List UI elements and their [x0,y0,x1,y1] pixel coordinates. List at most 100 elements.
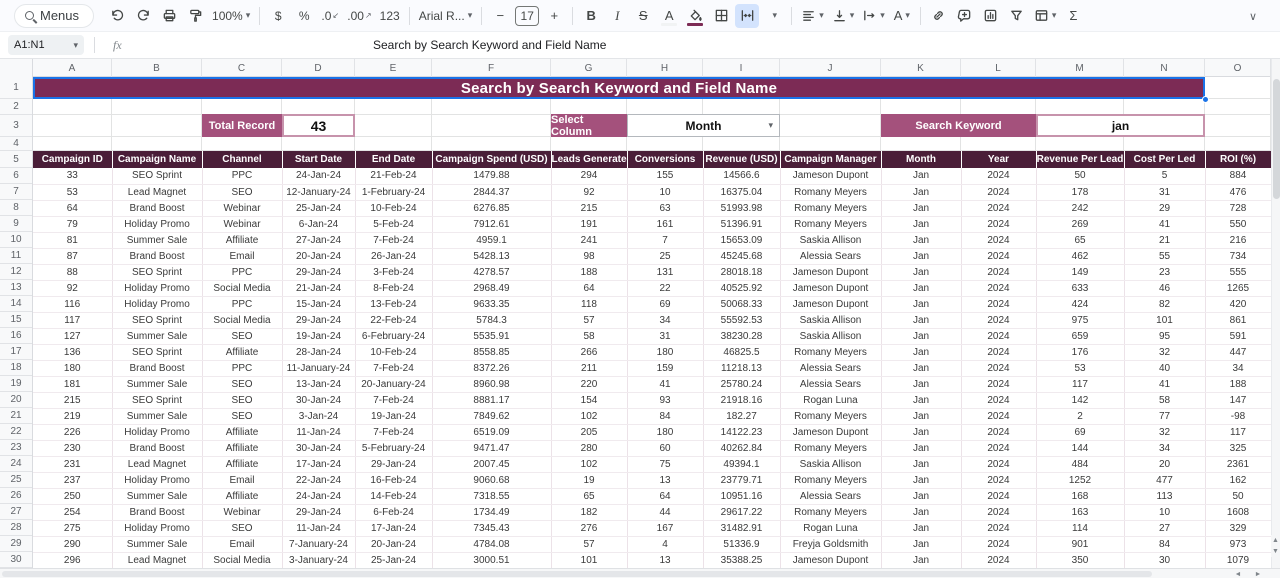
table-cell[interactable]: 30-Jan-24 [282,392,355,408]
table-cell[interactable]: 117 [1036,376,1124,392]
vertical-scrollbar-thumb[interactable] [1273,79,1280,199]
table-cell[interactable]: 102 [551,408,627,424]
row-header-3[interactable]: 3 [0,115,32,137]
table-cell[interactable]: Rogan Luna [780,392,881,408]
table-cell[interactable]: 2361 [1205,456,1271,472]
table-cell[interactable]: Holiday Promo [112,280,202,296]
functions-button[interactable]: Σ [1061,4,1085,28]
insert-chart-button[interactable] [979,4,1003,28]
row-header-13[interactable]: 13 [0,280,32,296]
table-cell[interactable]: 5784.3 [432,312,551,328]
table-cell[interactable]: SEO Sprint [112,264,202,280]
table-cell[interactable]: 11-Jan-24 [282,520,355,536]
table-cell[interactable]: 44 [627,504,703,520]
row-header-30[interactable]: 30 [0,552,32,568]
table-cell[interactable]: Romany Meyers [780,344,881,360]
column-header-d[interactable]: D [282,59,355,77]
table-cell[interactable]: Jan [881,360,961,376]
row-header-23[interactable]: 23 [0,440,32,456]
table-cell[interactable]: Webinar [202,200,282,216]
column-header-h[interactable]: H [627,59,703,77]
column-header-k[interactable]: K [881,59,961,77]
table-cell[interactable]: 29-Jan-24 [282,312,355,328]
table-cell[interactable]: Brand Boost [112,440,202,456]
table-cell[interactable]: 14-Feb-24 [355,488,432,504]
table-cell[interactable]: Summer Sale [112,376,202,392]
table-cell[interactable]: 16-Feb-24 [355,472,432,488]
table-cell[interactable]: Romany Meyers [780,200,881,216]
table-cell[interactable]: 98 [551,248,627,264]
table-cell[interactable]: 46 [1124,280,1205,296]
table-cell[interactable]: 3-Feb-24 [355,264,432,280]
insert-link-button[interactable] [927,4,951,28]
row-header-2[interactable]: 2 [0,99,32,115]
scroll-up-button[interactable]: ▲ [1271,535,1280,546]
table-cell[interactable]: 34 [627,312,703,328]
table-cell[interactable]: SEO [202,184,282,200]
table-cell[interactable]: 2844.37 [432,184,551,200]
table-cell[interactable]: 29 [1124,200,1205,216]
table-cell[interactable]: 2024 [961,440,1036,456]
table-cell[interactable]: 13-Jan-24 [282,376,355,392]
percent-format-button[interactable]: % [292,4,316,28]
table-cell[interactable]: 8881.17 [432,392,551,408]
row-header-25[interactable]: 25 [0,472,32,488]
select-column-dropdown[interactable]: Month ▾ [627,114,780,137]
table-cell[interactable]: 280 [551,440,627,456]
table-cell[interactable]: 40262.84 [703,440,780,456]
table-cell[interactable]: Brand Boost [112,504,202,520]
search-keyword-input[interactable]: jan [1036,114,1205,137]
table-cell[interactable]: 29617.22 [703,504,780,520]
row-header-19[interactable]: 19 [0,376,32,392]
table-cell[interactable]: 82 [1124,296,1205,312]
table-cell[interactable]: 14122.23 [703,424,780,440]
table-cell[interactable]: 93 [627,392,703,408]
table-cell[interactable]: 8960.98 [432,376,551,392]
table-cell[interactable]: PPC [202,360,282,376]
menus-search[interactable]: Menus [14,4,94,28]
table-cell[interactable]: 45245.68 [703,248,780,264]
table-cell[interactable]: SEO [202,376,282,392]
table-cell[interactable]: 462 [1036,248,1124,264]
column-header-l[interactable]: L [961,59,1036,77]
table-cell[interactable]: 176 [1036,344,1124,360]
font-size-input[interactable]: 17 [515,6,539,26]
table-cell[interactable]: Jameson Dupont [780,552,881,568]
table-cell[interactable]: 275 [33,520,112,536]
table-cell[interactable]: Jan [881,232,961,248]
table-cell[interactable]: Affiliate [202,488,282,504]
table-cell[interactable]: 5-February-24 [355,440,432,456]
row-header-28[interactable]: 28 [0,520,32,536]
table-header-cell[interactable]: Campaign Spend (USD) [432,151,551,168]
table-cell[interactable]: 1608 [1205,504,1271,520]
table-cell[interactable]: 53 [33,184,112,200]
table-cell[interactable]: 2024 [961,232,1036,248]
row-header-20[interactable]: 20 [0,392,32,408]
row-header-24[interactable]: 24 [0,456,32,472]
table-cell[interactable]: 95 [1124,328,1205,344]
table-cell[interactable]: 901 [1036,536,1124,552]
table-cell[interactable]: 1734.49 [432,504,551,520]
table-cell[interactable]: 167 [627,520,703,536]
row-header-8[interactable]: 8 [0,200,32,216]
table-cell[interactable]: 4959.1 [432,232,551,248]
table-cell[interactable]: Jan [881,424,961,440]
table-cell[interactable]: 10 [627,184,703,200]
table-cell[interactable]: 58 [1124,392,1205,408]
table-cell[interactable]: 10951.16 [703,488,780,504]
table-cell[interactable]: 10 [1124,504,1205,520]
table-cell[interactable]: 188 [1205,376,1271,392]
table-cell[interactable]: 2024 [961,312,1036,328]
table-cell[interactable]: 34 [1205,360,1271,376]
table-cell[interactable]: 2024 [961,248,1036,264]
table-cell[interactable]: 2024 [961,264,1036,280]
table-cell[interactable]: Social Media [202,280,282,296]
table-cell[interactable]: 11-Jan-24 [282,424,355,440]
table-cell[interactable]: 2007.45 [432,456,551,472]
table-cell[interactable]: 161 [627,216,703,232]
table-cell[interactable]: 178 [1036,184,1124,200]
font-select[interactable]: Arial R... [416,4,476,28]
strikethrough-button[interactable]: S [631,4,655,28]
table-cell[interactable]: 7-January-24 [282,536,355,552]
table-cell[interactable]: 188 [551,264,627,280]
